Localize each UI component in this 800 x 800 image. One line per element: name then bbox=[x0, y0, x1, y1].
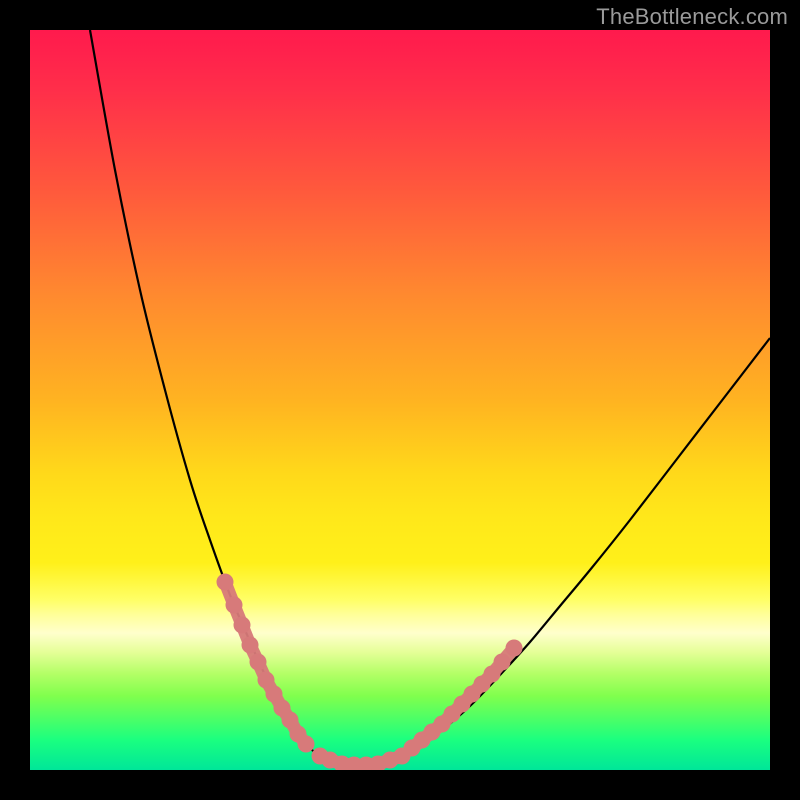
marker-dot bbox=[234, 617, 251, 634]
marker-dot bbox=[494, 654, 511, 671]
marker-dot bbox=[298, 736, 315, 753]
chart-frame: TheBottleneck.com bbox=[0, 0, 800, 800]
marker-dot bbox=[217, 574, 234, 591]
bottleneck-curve-path bbox=[90, 30, 770, 766]
highlight-markers bbox=[217, 574, 523, 771]
watermark-label: TheBottleneck.com bbox=[596, 4, 788, 30]
marker-dot bbox=[506, 640, 523, 657]
bottleneck-curve-svg bbox=[30, 30, 770, 770]
plot-area bbox=[30, 30, 770, 770]
marker-dot bbox=[242, 637, 259, 654]
marker-dot bbox=[250, 654, 267, 671]
marker-dot bbox=[226, 597, 243, 614]
